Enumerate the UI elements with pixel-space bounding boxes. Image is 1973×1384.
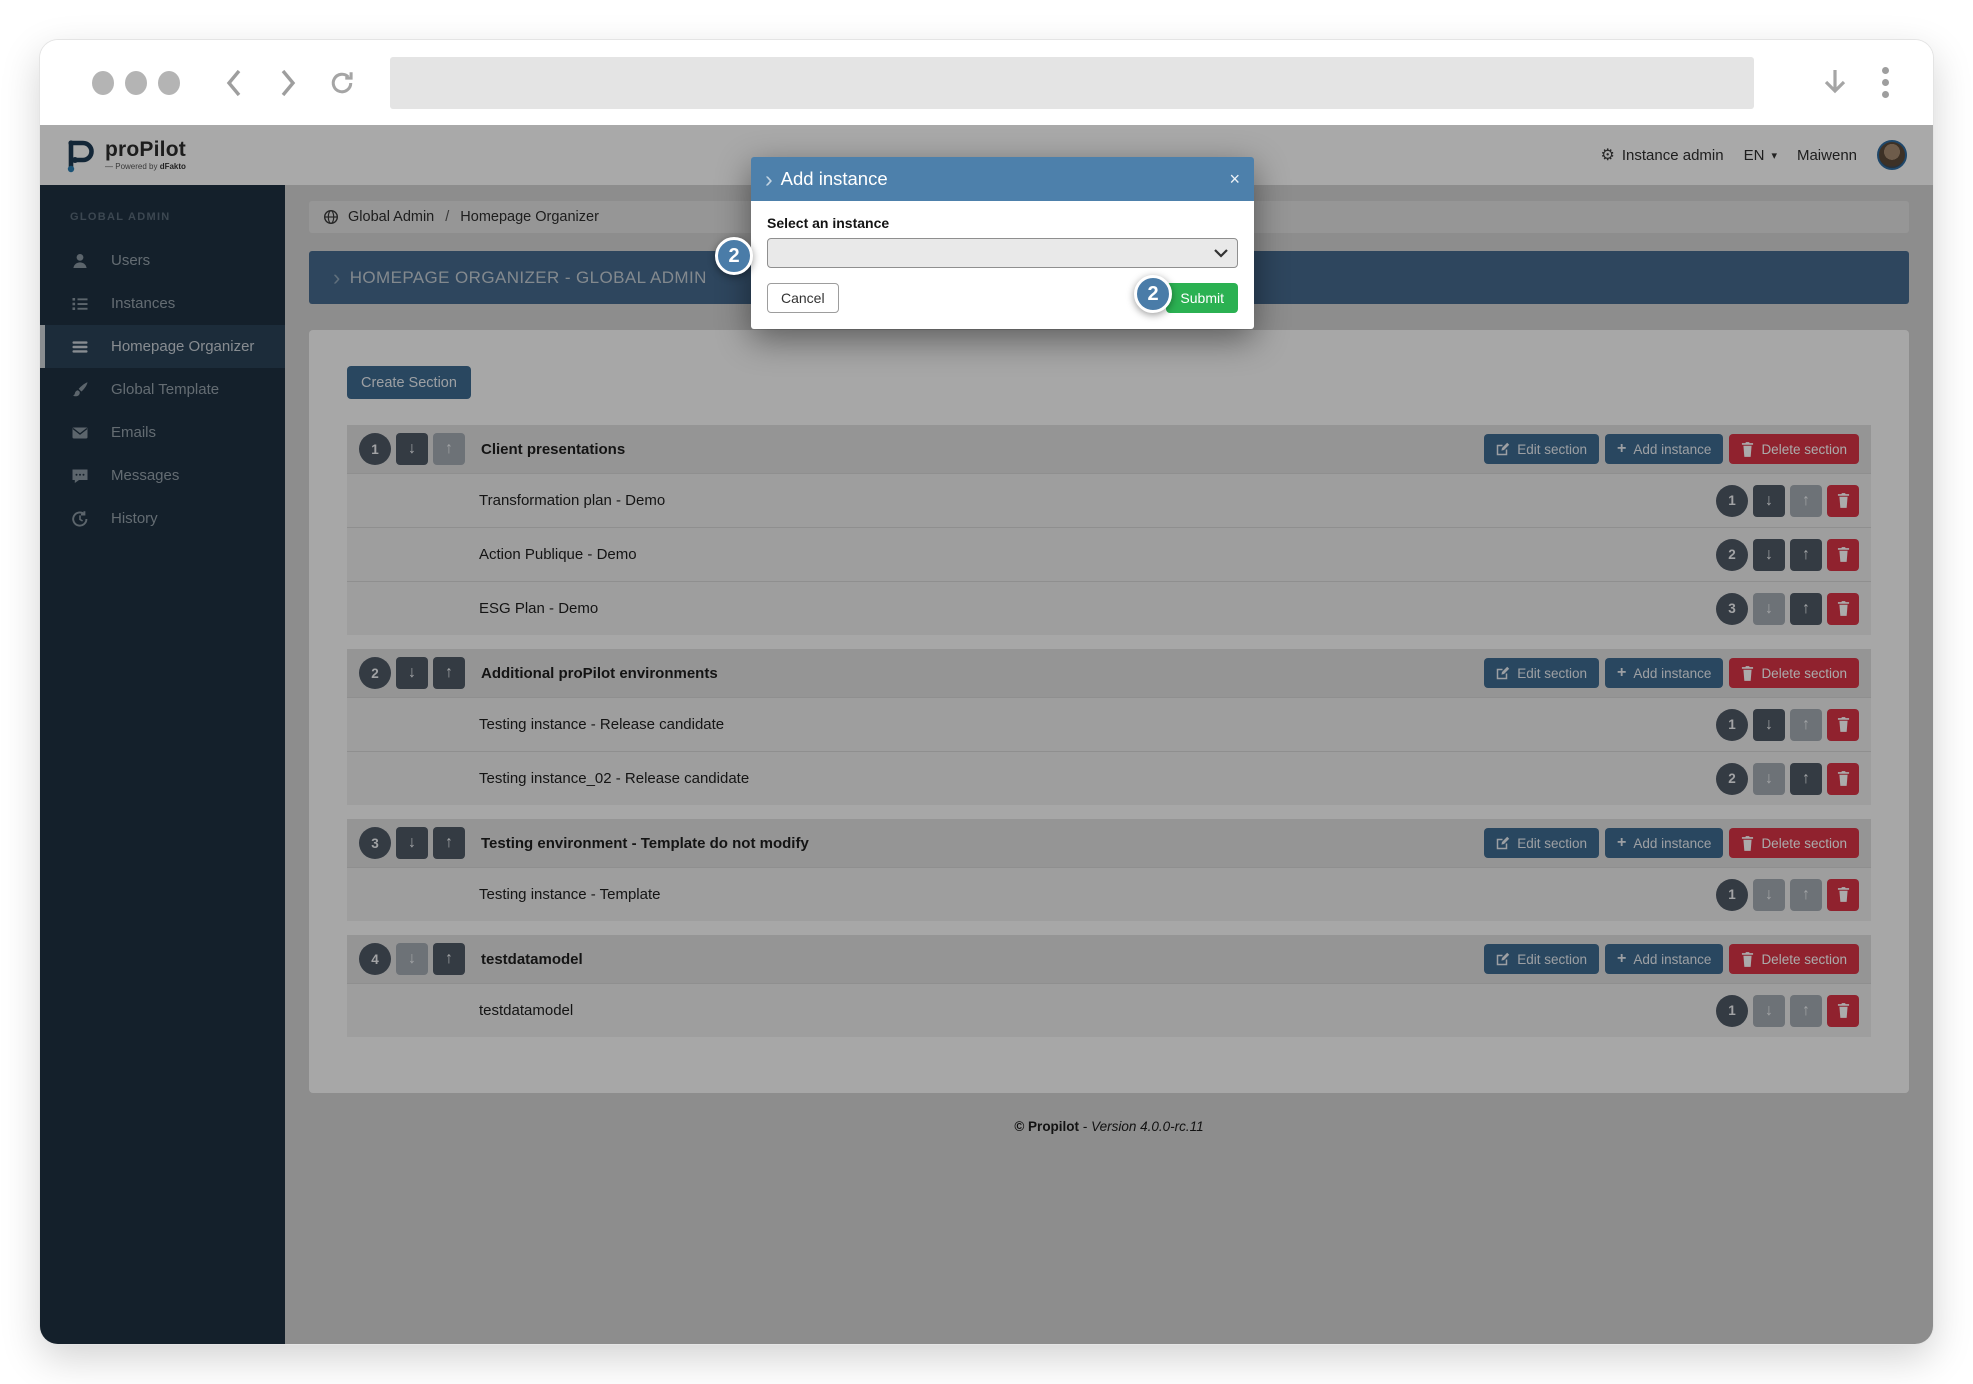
window-dot-icon bbox=[158, 70, 180, 95]
close-icon[interactable]: × bbox=[1229, 170, 1240, 188]
download-icon[interactable] bbox=[1822, 67, 1848, 99]
submit-button[interactable]: Submit bbox=[1166, 283, 1238, 313]
select-instance-label: Select an instance bbox=[767, 215, 890, 231]
address-bar[interactable] bbox=[390, 56, 1754, 109]
cancel-button[interactable]: Cancel bbox=[767, 283, 839, 313]
modal-title: Add instance bbox=[780, 168, 888, 189]
modal-body: Select an instance Cancel Submit bbox=[751, 201, 1254, 329]
menu-kebab-icon[interactable] bbox=[1882, 67, 1889, 98]
back-icon[interactable] bbox=[220, 66, 248, 100]
window-dot-icon bbox=[92, 70, 114, 95]
modal-header: › Add instance × bbox=[751, 157, 1254, 201]
chevron-down-icon bbox=[1214, 249, 1228, 258]
step-badge: 2 bbox=[1134, 275, 1172, 313]
step-badge: 2 bbox=[715, 237, 753, 275]
browser-toolbar bbox=[40, 40, 1933, 125]
window-controls bbox=[92, 70, 180, 95]
window-dot-icon bbox=[125, 70, 147, 95]
browser-window: proPilot — Powered by dFakto ⚙ Instance … bbox=[40, 40, 1933, 1344]
refresh-icon[interactable] bbox=[328, 66, 356, 100]
chevron-right-icon: › bbox=[765, 165, 773, 192]
instance-select[interactable] bbox=[767, 238, 1238, 268]
forward-icon[interactable] bbox=[274, 66, 302, 100]
add-instance-modal: › Add instance × Select an instance Canc… bbox=[751, 157, 1254, 329]
